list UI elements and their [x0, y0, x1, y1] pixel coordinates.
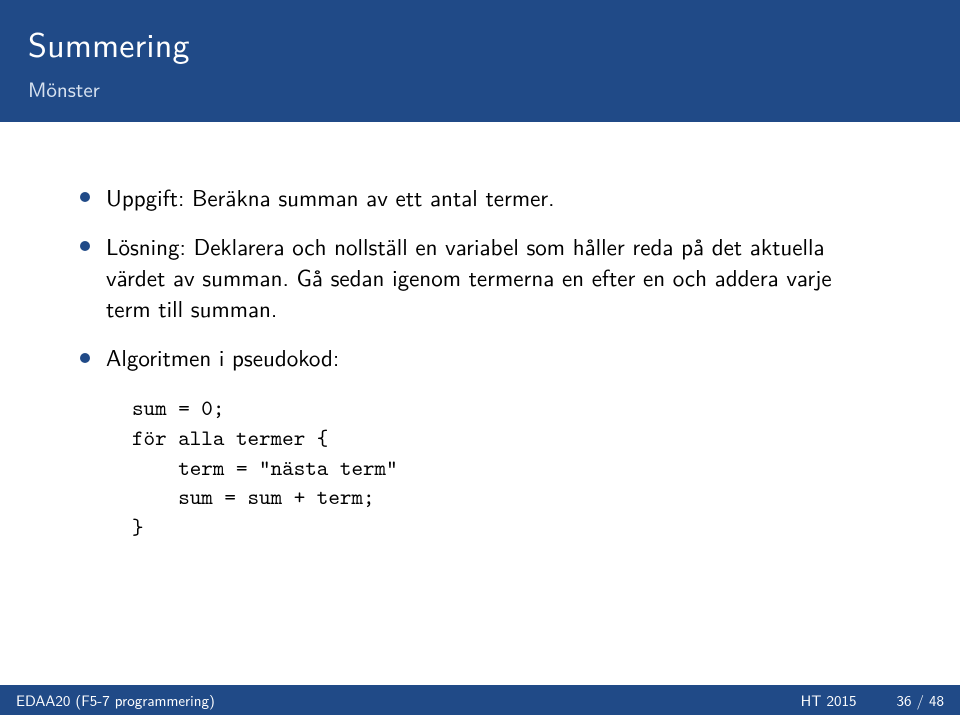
slide-header: Summering Mönster	[0, 0, 960, 122]
footer-page: 36 / 48	[897, 689, 945, 711]
footer-term: HT 2015	[801, 689, 857, 711]
bullet-text: Uppgift: Beräkna summan av ett antal ter…	[106, 180, 555, 214]
footer-left: EDAA20 (F5-7 programmering)	[16, 689, 215, 711]
pseudocode-block: sum = 0; för alla termer { term = "nästa…	[132, 393, 880, 541]
bullet-list: Uppgift: Beräkna summan av ett antal ter…	[80, 182, 880, 373]
slide-title: Summering	[28, 18, 932, 68]
slide-body: Uppgift: Beräkna summan av ett antal ter…	[0, 122, 960, 685]
bullet-text: Algoritmen i pseudokod:	[106, 340, 339, 374]
slide-footer: EDAA20 (F5-7 programmering) HT 2015 36 /…	[0, 685, 960, 715]
bullet-item: Uppgift: Beräkna summan av ett antal ter…	[80, 182, 880, 213]
slide: Summering Mönster Uppgift: Beräkna summa…	[0, 0, 960, 715]
slide-subtitle: Mönster	[28, 74, 932, 104]
bullet-item: Algoritmen i pseudokod:	[80, 342, 880, 373]
bullet-text: Lösning: Deklarera och nollställ en vari…	[106, 229, 832, 325]
footer-right: HT 2015 36 / 48	[801, 689, 944, 711]
bullet-item: Lösning: Deklarera och nollställ en vari…	[80, 231, 880, 324]
